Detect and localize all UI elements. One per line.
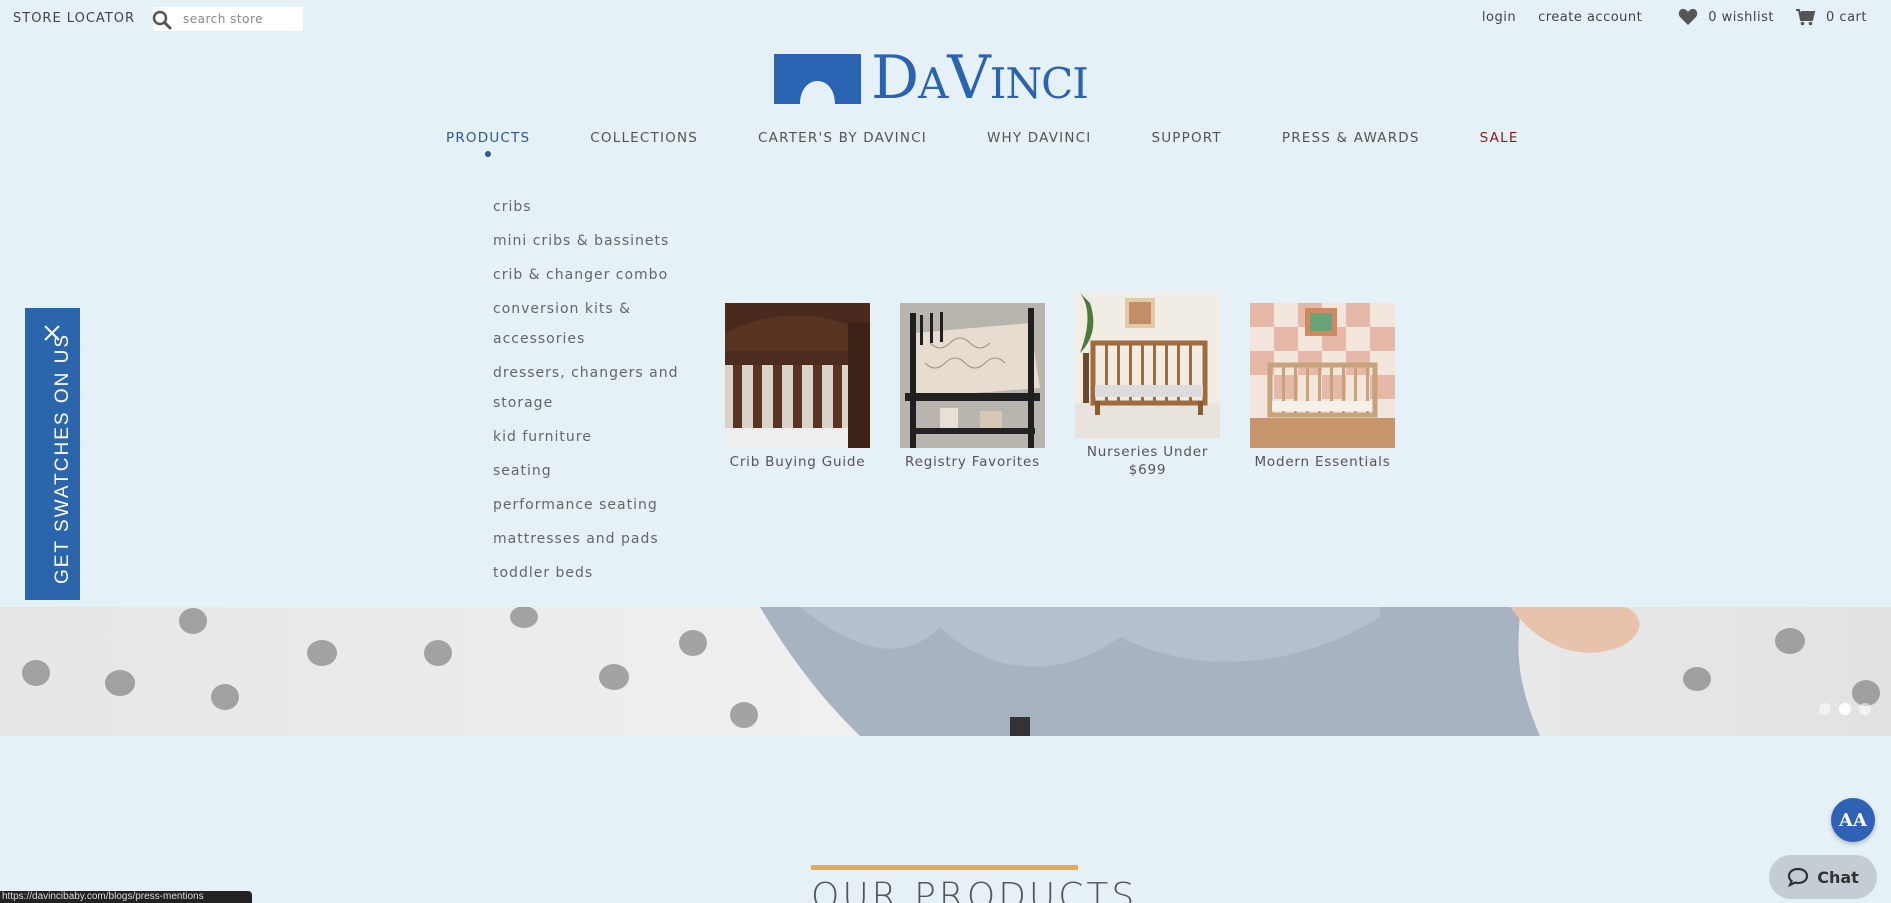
card-caption: Registry Favorites (905, 454, 1040, 470)
store-locator-link[interactable]: STORE LOCATOR (13, 11, 135, 26)
logo-wordmark: DaVinci (871, 43, 1089, 113)
nav-why-davinci[interactable]: WHY DAVINCI (987, 130, 1092, 146)
card-modern-essentials[interactable]: Modern Essentials (1250, 293, 1395, 479)
section-accent-bar (811, 865, 1078, 870)
submenu-item-dressers[interactable]: dressers, changers and storage (493, 358, 693, 418)
accessibility-button[interactable]: AA (1831, 798, 1875, 842)
cart-label: 0 cart (1826, 9, 1867, 25)
submenu-item-conversion-kits[interactable]: conversion kits & accessories (493, 294, 693, 354)
nav-carters-by-davinci[interactable]: CARTER'S BY DAVINCI (758, 130, 927, 146)
submenu-item-kid-furniture[interactable]: kid furniture (493, 422, 693, 452)
chat-button[interactable]: Chat (1769, 855, 1877, 899)
account-links: login create account 0 wishlist 0 cart (1460, 8, 1867, 26)
search-box[interactable] (151, 7, 303, 31)
card-nurseries-under-699[interactable]: Nurseries Under $699 (1075, 293, 1220, 479)
submenu-item-performance-seating[interactable]: performance seating (493, 490, 693, 520)
registry-favorites-image[interactable] (900, 303, 1045, 448)
get-swatches-label: GET SWATCHES ON US (52, 332, 73, 584)
logo-mark-icon (774, 54, 861, 104)
chat-label: Chat (1817, 867, 1859, 887)
main-nav: PRODUCTS COLLECTIONS CARTER'S BY DAVINCI… (446, 130, 1519, 157)
login-link[interactable]: login (1482, 10, 1516, 25)
card-caption: Modern Essentials (1254, 454, 1391, 470)
active-indicator-dot (485, 151, 492, 157)
carousel-dot-3[interactable] (1859, 703, 1871, 715)
crib-buying-guide-image[interactable] (725, 303, 870, 448)
cart-icon (1796, 9, 1816, 26)
carousel-dot-2[interactable] (1839, 703, 1851, 715)
chat-bubble-icon (1788, 867, 1809, 887)
nav-products-label: PRODUCTS (446, 130, 531, 146)
section-title: OUR PRODUCTS (811, 876, 1138, 903)
featured-cards: Crib Buying Guide Registry Favorites Nur… (725, 293, 1425, 479)
submenu-item-toddler-beds[interactable]: toddler beds (493, 558, 693, 588)
submenu-item-mini-cribs[interactable]: mini cribs & bassinets (493, 226, 693, 256)
nurseries-under-699-image[interactable] (1075, 293, 1220, 438)
search-input[interactable] (183, 12, 293, 26)
cart-link[interactable]: 0 cart (1796, 8, 1867, 26)
card-crib-buying-guide[interactable]: Crib Buying Guide (725, 293, 870, 479)
hero-carousel-image (0, 607, 1891, 736)
nav-support[interactable]: SUPPORT (1151, 130, 1221, 146)
card-caption: Crib Buying Guide (729, 454, 866, 470)
heart-icon (1679, 8, 1698, 25)
submenu-item-seating[interactable]: seating (493, 456, 693, 486)
modern-essentials-image[interactable] (1250, 303, 1395, 448)
wishlist-label: 0 wishlist (1708, 9, 1775, 25)
nav-press-awards[interactable]: PRESS & AWARDS (1282, 130, 1420, 146)
top-bar: STORE LOCATOR login create account 0 wis… (0, 0, 1891, 38)
status-bar-url: https://davincibaby.com/blogs/press-ment… (0, 891, 252, 903)
carousel-dots (1811, 703, 1871, 715)
nav-products[interactable]: PRODUCTS (446, 130, 531, 157)
search-icon[interactable] (151, 9, 173, 31)
card-caption: Nurseries Under $699 (1086, 444, 1209, 478)
nav-sale[interactable]: SALE (1480, 130, 1519, 146)
nav-collections[interactable]: COLLECTIONS (590, 130, 698, 146)
get-swatches-tab[interactable]: GET SWATCHES ON US (25, 308, 80, 600)
create-account-link[interactable]: create account (1538, 10, 1642, 25)
products-submenu: cribs mini cribs & bassinets crib & chan… (493, 192, 693, 592)
submenu-item-crib-changer-combo[interactable]: crib & changer combo (493, 260, 693, 290)
card-registry-favorites[interactable]: Registry Favorites (900, 293, 1045, 479)
submenu-item-mattresses[interactable]: mattresses and pads (493, 524, 693, 554)
carousel-dot-1[interactable] (1819, 703, 1831, 715)
wishlist-link[interactable]: 0 wishlist (1678, 8, 1774, 26)
submenu-item-cribs[interactable]: cribs (493, 192, 693, 222)
davinci-logo[interactable]: DaVinci (774, 43, 1089, 113)
